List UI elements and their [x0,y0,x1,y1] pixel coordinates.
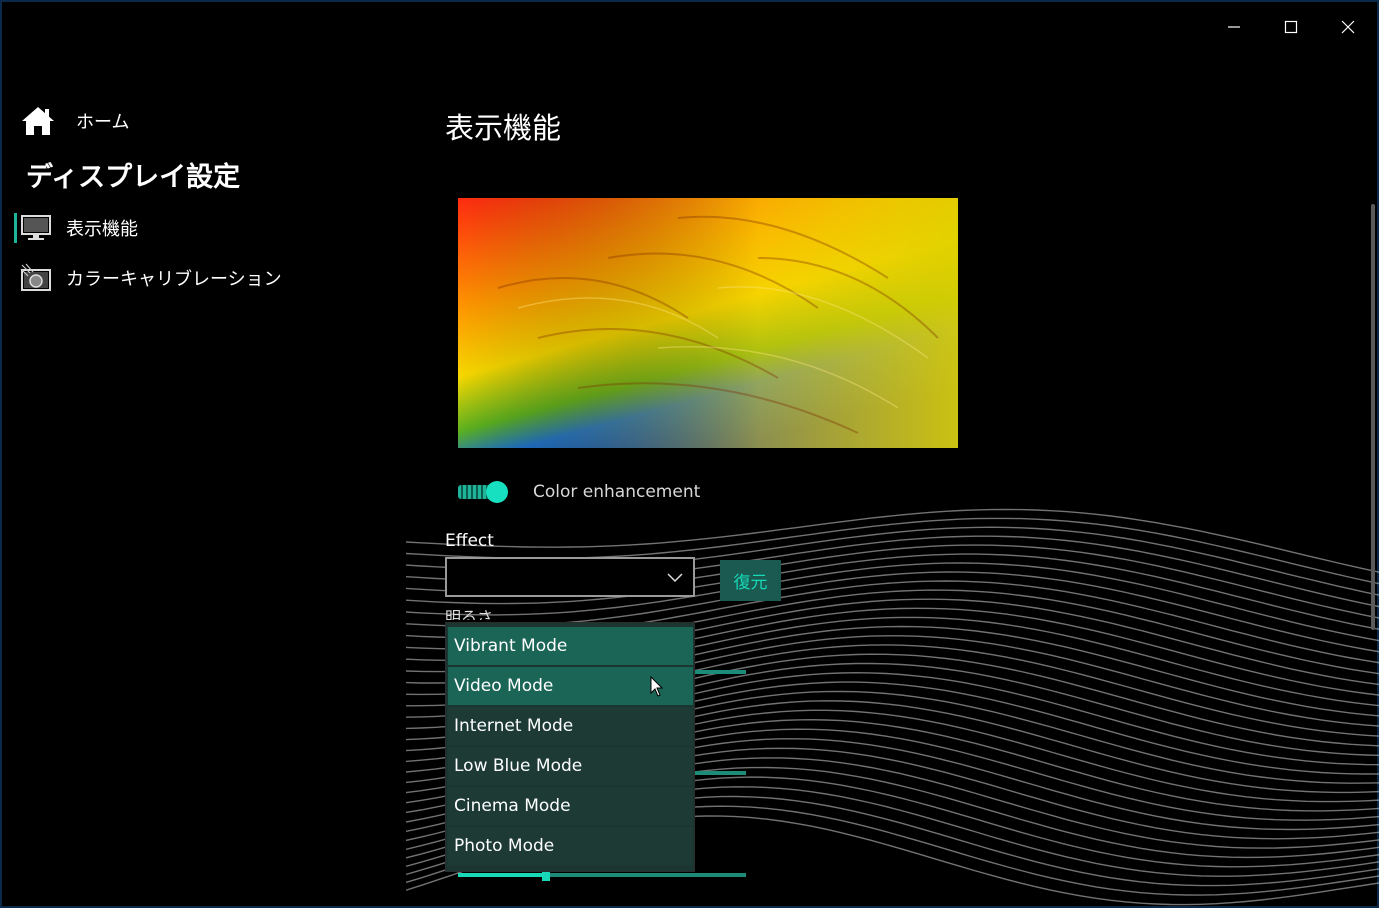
effect-option-photo[interactable]: Photo Mode [448,827,693,865]
minimize-icon [1228,26,1240,28]
effect-option-low-blue[interactable]: Low Blue Mode [448,747,693,785]
close-button[interactable] [1320,10,1376,44]
effect-option-internet[interactable]: Internet Mode [448,707,693,745]
brightness-label: 明るさ [445,608,494,620]
color-enhancement-label: Color enhancement [533,482,701,502]
chevron-down-icon [667,573,683,583]
restore-button[interactable]: 復元 [720,560,781,601]
calibration-icon [20,263,51,291]
effect-label: Effect [445,531,494,551]
monitor-icon [21,215,51,240]
effect-option-vibrant[interactable]: Vibrant Mode [448,627,693,665]
sidebar-item-display-features[interactable]: 表示機能 [14,209,138,247]
home-icon [22,107,54,135]
mouse-cursor-icon [650,676,664,697]
home-link[interactable]: ホーム [20,105,129,137]
toggle-knob [486,481,508,503]
sidebar-heading: ディスプレイ設定 [26,162,241,193]
slider-fill [458,873,546,877]
maximize-button[interactable] [1263,10,1319,44]
scrollbar[interactable] [1371,204,1375,630]
effect-dropdown-list: Vibrant Mode Video Mode Internet Mode Lo… [445,622,695,872]
minimize-button[interactable] [1206,10,1262,44]
preview-image [458,198,958,448]
home-label: ホーム [76,112,130,133]
sidebar-item-label: 表示機能 [66,219,138,240]
sidebar-item-color-calibration[interactable]: カラーキャリブレーション [14,259,282,297]
app-window: ホーム ディスプレイ設定 表示機能 カラーキャリブレーション 表示機能 Colo… [0,0,1379,908]
close-icon [1341,20,1355,34]
maximize-icon [1284,20,1298,34]
page-title: 表示機能 [445,111,562,145]
effect-select[interactable] [445,557,695,597]
sidebar-item-label: カラーキャリブレーション [66,269,282,290]
effect-option-cinema[interactable]: Cinema Mode [448,787,693,825]
color-enhancement-toggle[interactable] [458,481,508,503]
